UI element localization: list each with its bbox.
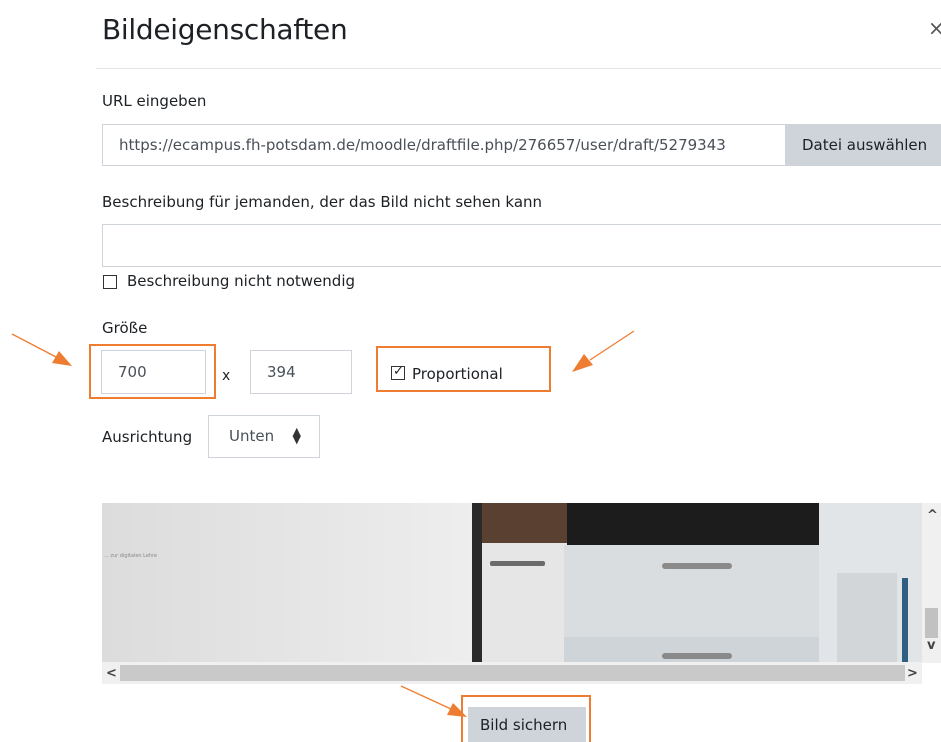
url-label: URL eingeben bbox=[102, 92, 207, 110]
chevron-updown-icon: ▲ ▼ bbox=[292, 425, 301, 446]
alignment-select[interactable]: Unten ▲ ▼ bbox=[208, 415, 320, 458]
horizontal-scroll-thumb[interactable] bbox=[120, 665, 905, 681]
scroll-up-icon[interactable]: ^ bbox=[927, 508, 938, 523]
arrow-to-width-icon bbox=[11, 333, 72, 366]
description-input[interactable] bbox=[102, 224, 941, 267]
dialog-title: Bildeigenschaften bbox=[102, 13, 348, 46]
description-not-needed-label: Beschreibung nicht notwendig bbox=[127, 272, 356, 290]
scroll-down-icon[interactable]: v bbox=[927, 638, 935, 653]
url-input[interactable]: https://ecampus.fh-potsdam.de/moodle/dra… bbox=[102, 124, 785, 166]
scroll-left-icon[interactable]: < bbox=[106, 666, 117, 681]
alignment-selected-value: Unten bbox=[229, 427, 275, 445]
preview-caption: ... zur digitalen Lehre bbox=[104, 553, 158, 559]
vertical-scroll-thumb[interactable] bbox=[925, 608, 938, 638]
save-image-button[interactable]: Bild sichern bbox=[468, 707, 586, 742]
arrow-to-proportional-icon bbox=[572, 330, 635, 372]
scroll-right-icon[interactable]: > bbox=[907, 666, 918, 681]
image-preview: ... zur digitalen Lehre bbox=[102, 503, 922, 663]
preview-photo bbox=[102, 503, 922, 663]
annotation-arrows bbox=[11, 330, 635, 372]
choose-file-button[interactable]: Datei auswählen bbox=[785, 124, 941, 166]
close-icon[interactable]: × bbox=[928, 16, 941, 40]
description-not-needed-checkbox[interactable] bbox=[103, 275, 117, 289]
header-divider bbox=[96, 68, 941, 69]
alignment-label: Ausrichtung bbox=[102, 428, 193, 446]
description-label: Beschreibung für jemanden, der das Bild … bbox=[102, 193, 543, 211]
